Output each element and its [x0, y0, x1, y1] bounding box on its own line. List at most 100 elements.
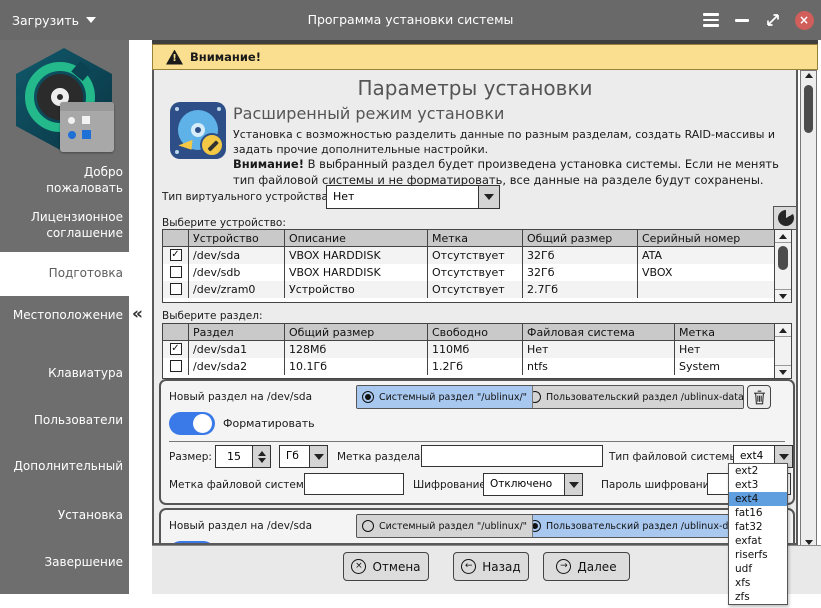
check-icon: ✓	[171, 250, 181, 260]
radio-user-partition[interactable]: Пользовательский раздел /ublinux-data/	[533, 386, 743, 408]
radio-user-label: Пользовательский раздел /ublinux-data/	[546, 521, 743, 532]
pie-chart-icon	[778, 210, 794, 226]
encryption-select[interactable]: Отключено	[483, 473, 583, 496]
warning-icon: !	[166, 50, 183, 65]
scroll-thumb[interactable]	[804, 85, 813, 133]
virtual-device-value: Нет	[326, 185, 478, 209]
row-checkbox[interactable]: ✓	[170, 360, 182, 372]
size-label: Размер:	[169, 451, 212, 463]
fs-option[interactable]: fat32	[729, 520, 787, 534]
fs-option[interactable]: ext2	[729, 464, 787, 478]
fs-option[interactable]: ext4	[729, 492, 787, 506]
window-bottom-edge	[0, 594, 821, 608]
sidebar-item-location[interactable]: Местоположение	[5, 308, 123, 324]
size-unit-select[interactable]: Гб	[279, 445, 328, 468]
row-checkbox[interactable]: ✓	[170, 343, 182, 355]
row-checkbox[interactable]: ✓	[170, 266, 182, 278]
cancel-icon: ×	[351, 559, 366, 574]
fs-option[interactable]: fat16	[729, 506, 787, 520]
fs-option[interactable]: ext3	[729, 478, 787, 492]
section-description: Установка с возможностью разделить данны…	[233, 128, 781, 157]
maximize-button[interactable]	[762, 9, 784, 31]
trash-icon	[753, 390, 766, 405]
scroll-thumb[interactable]	[778, 246, 788, 270]
page-title: Параметры установки	[154, 76, 796, 100]
size-stepper[interactable]	[253, 445, 271, 468]
virtual-device-select[interactable]: Нет	[326, 185, 500, 209]
scroll-up-icon[interactable]	[775, 230, 791, 243]
fs-option[interactable]: riserfs	[729, 548, 787, 562]
back-button[interactable]: ← Назад	[453, 552, 529, 581]
scroll-down-icon[interactable]	[775, 365, 791, 378]
size-unit-value: Гб	[279, 445, 309, 468]
sidebar-item-additional[interactable]: Дополнительный	[5, 459, 123, 475]
radio-icon	[533, 520, 541, 532]
radio-user-partition[interactable]: Пользовательский раздел /ublinux-data/	[533, 515, 743, 537]
radio-system-label: Системный раздел "/ublinux/"	[379, 521, 527, 532]
fs-label-input[interactable]	[304, 473, 404, 495]
chevron-down-icon[interactable]	[564, 473, 583, 496]
scroll-down-icon[interactable]	[775, 289, 791, 302]
sidebar-item-license[interactable]: Лицензионное соглашение	[5, 210, 123, 241]
sidebar-item-finish[interactable]: Завершение	[5, 555, 123, 571]
table-row[interactable]: ✓ /dev/sda2 10.1Гб 1.2Гб ntfs System	[163, 358, 791, 375]
device-select-label: Выберите устройство:	[162, 217, 286, 229]
sidebar-item-keyboard[interactable]: Клавиатура	[5, 366, 123, 382]
disk-usage-button[interactable]	[773, 206, 798, 230]
table-row[interactable]: ✓ /dev/sdb VBOX HARDDISK Отсутствует 32Г…	[163, 264, 791, 281]
cancel-button[interactable]: × Отмена	[343, 552, 429, 581]
sidebar: Добро пожаловать Лицензионное соглашение…	[0, 40, 129, 594]
menu-button[interactable]	[700, 9, 722, 31]
chevron-down-icon[interactable]	[478, 185, 500, 209]
device-table: Устройство Описание Метка Общий размер С…	[162, 229, 792, 303]
collapse-sidebar-button[interactable]: «	[132, 304, 143, 324]
sidebar-collapse-strip: «	[129, 40, 152, 608]
editor-divider	[169, 441, 785, 442]
window-title: Программа установки системы	[0, 12, 821, 27]
scroll-up-icon[interactable]	[801, 73, 816, 78]
fs-option[interactable]: exfat	[729, 534, 787, 548]
warning-banner: ! Внимание!	[152, 44, 818, 70]
radio-system-partition[interactable]: Системный раздел "/ublinux/"	[357, 386, 533, 408]
hamburger-icon	[703, 13, 719, 27]
close-icon: ×	[795, 11, 814, 30]
radio-icon	[533, 391, 541, 403]
fs-option[interactable]: zfs	[729, 590, 787, 604]
back-icon: ←	[461, 559, 476, 574]
device-table-scrollbar[interactable]	[774, 230, 791, 302]
row-checkbox[interactable]: ✓	[170, 283, 182, 295]
virtual-device-label: Тип виртуального устройства:	[162, 191, 331, 203]
delete-partition-button[interactable]	[747, 385, 771, 409]
table-row[interactable]: ✓ /dev/zram0 Устройство Отсутствует 2.7Г…	[163, 281, 791, 298]
window-controls: ×	[700, 0, 815, 40]
section-heading: Расширенный режим установки	[233, 104, 504, 123]
row-checkbox[interactable]: ✓	[170, 249, 182, 261]
fs-option[interactable]: udf	[729, 562, 787, 576]
radio-user-label: Пользовательский раздел /ublinux-data/	[546, 392, 743, 403]
device-table-header: Устройство Описание Метка Общий размер С…	[163, 230, 791, 247]
size-input[interactable]: 15	[215, 445, 253, 468]
close-button[interactable]: ×	[793, 9, 815, 31]
radio-icon	[362, 520, 374, 532]
sidebar-item-installation[interactable]: Установка	[5, 508, 123, 524]
next-button[interactable]: → Далее	[543, 552, 630, 581]
sidebar-item-welcome[interactable]: Добро пожаловать	[5, 165, 123, 196]
encryption-label: Шифрование:	[413, 479, 489, 491]
radio-system-partition[interactable]: Системный раздел "/ublinux/"	[357, 515, 533, 537]
warning-banner-text: Внимание!	[190, 50, 261, 64]
partition-label-input[interactable]	[421, 445, 603, 467]
table-row[interactable]: ✓ /dev/sda VBOX HARDDISK Отсутствует 32Г…	[163, 247, 791, 264]
chevron-down-icon[interactable]	[309, 445, 328, 468]
maximize-icon	[765, 12, 781, 28]
partition-table-header: Раздел Общий размер Свободно Файловая си…	[163, 324, 791, 341]
scroll-up-icon[interactable]	[775, 324, 791, 337]
partition-table-scrollbar[interactable]	[774, 324, 791, 378]
format-toggle[interactable]	[169, 412, 215, 435]
sidebar-item-users[interactable]: Пользователи	[5, 413, 123, 429]
fs-type-label: Тип файловой системы:	[609, 451, 741, 463]
fs-option[interactable]: xfs	[729, 576, 787, 590]
table-row[interactable]: ✓ /dev/sda1 128Мб 110Мб Нет Нет	[163, 341, 791, 358]
main-scrollbar[interactable]	[800, 70, 817, 548]
sidebar-item-preparation[interactable]: Подготовка	[0, 252, 129, 296]
minimize-button[interactable]	[731, 9, 753, 31]
